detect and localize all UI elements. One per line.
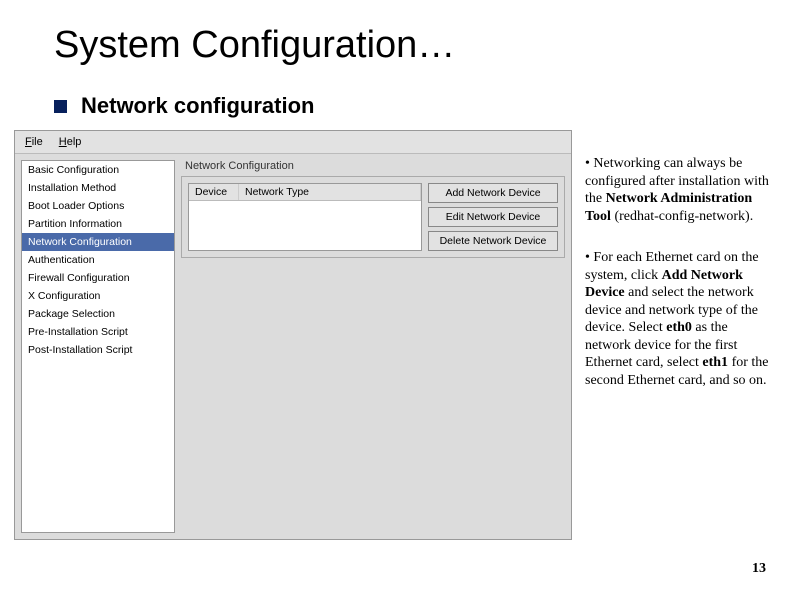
slide-title: System Configuration… (54, 24, 455, 67)
group-box: Device Network Type Add Network Device E… (181, 176, 565, 258)
button-column: Add Network Device Edit Network Device D… (428, 183, 558, 251)
add-network-device-button[interactable]: Add Network Device (428, 183, 558, 203)
menu-file[interactable]: FFileile (25, 136, 43, 148)
sidebar-item-basic-configuration[interactable]: Basic Configuration (22, 161, 174, 179)
device-table: Device Network Type (188, 183, 422, 251)
group-label: Network Configuration (181, 160, 565, 172)
main-panel: Network Configuration Device Network Typ… (181, 160, 565, 533)
col-device[interactable]: Device (189, 184, 239, 200)
note1-text-c: (redhat-config-network). (611, 209, 753, 224)
edit-network-device-button[interactable]: Edit Network Device (428, 207, 558, 227)
subtitle-row: Network configuration (54, 93, 314, 119)
app-body: Basic Configuration Installation Method … (15, 154, 571, 539)
sidebar-item-partition-information[interactable]: Partition Information (22, 215, 174, 233)
subtitle: Network configuration (81, 93, 314, 119)
note-paragraph-2: • For each Ethernet card on the system, … (585, 249, 771, 389)
sidebar-item-authentication[interactable]: Authentication (22, 251, 174, 269)
notes-column: • Networking can always be configured af… (585, 155, 771, 413)
note2-bold-f: eth1 (702, 355, 728, 370)
app-window: FFileile HelpHelp Basic Configuration In… (14, 130, 572, 540)
page-number: 13 (752, 561, 766, 577)
table-header: Device Network Type (189, 184, 421, 201)
sidebar-item-boot-loader-options[interactable]: Boot Loader Options (22, 197, 174, 215)
sidebar-item-firewall-configuration[interactable]: Firewall Configuration (22, 269, 174, 287)
note-paragraph-1: • Networking can always be configured af… (585, 155, 771, 225)
sidebar-item-pre-installation-script[interactable]: Pre-Installation Script (22, 323, 174, 341)
sidebar-nav: Basic Configuration Installation Method … (21, 160, 175, 533)
col-network-type[interactable]: Network Type (239, 184, 421, 200)
menu-help[interactable]: HelpHelp (59, 136, 82, 148)
sidebar-item-x-configuration[interactable]: X Configuration (22, 287, 174, 305)
bullet-square-icon (54, 100, 67, 113)
sidebar-item-package-selection[interactable]: Package Selection (22, 305, 174, 323)
menubar: FFileile HelpHelp (15, 131, 571, 154)
sidebar-item-installation-method[interactable]: Installation Method (22, 179, 174, 197)
note2-bold-d: eth0 (666, 320, 692, 335)
delete-network-device-button[interactable]: Delete Network Device (428, 231, 558, 251)
sidebar-item-post-installation-script[interactable]: Post-Installation Script (22, 341, 174, 359)
sidebar-item-network-configuration[interactable]: Network Configuration (22, 233, 174, 251)
